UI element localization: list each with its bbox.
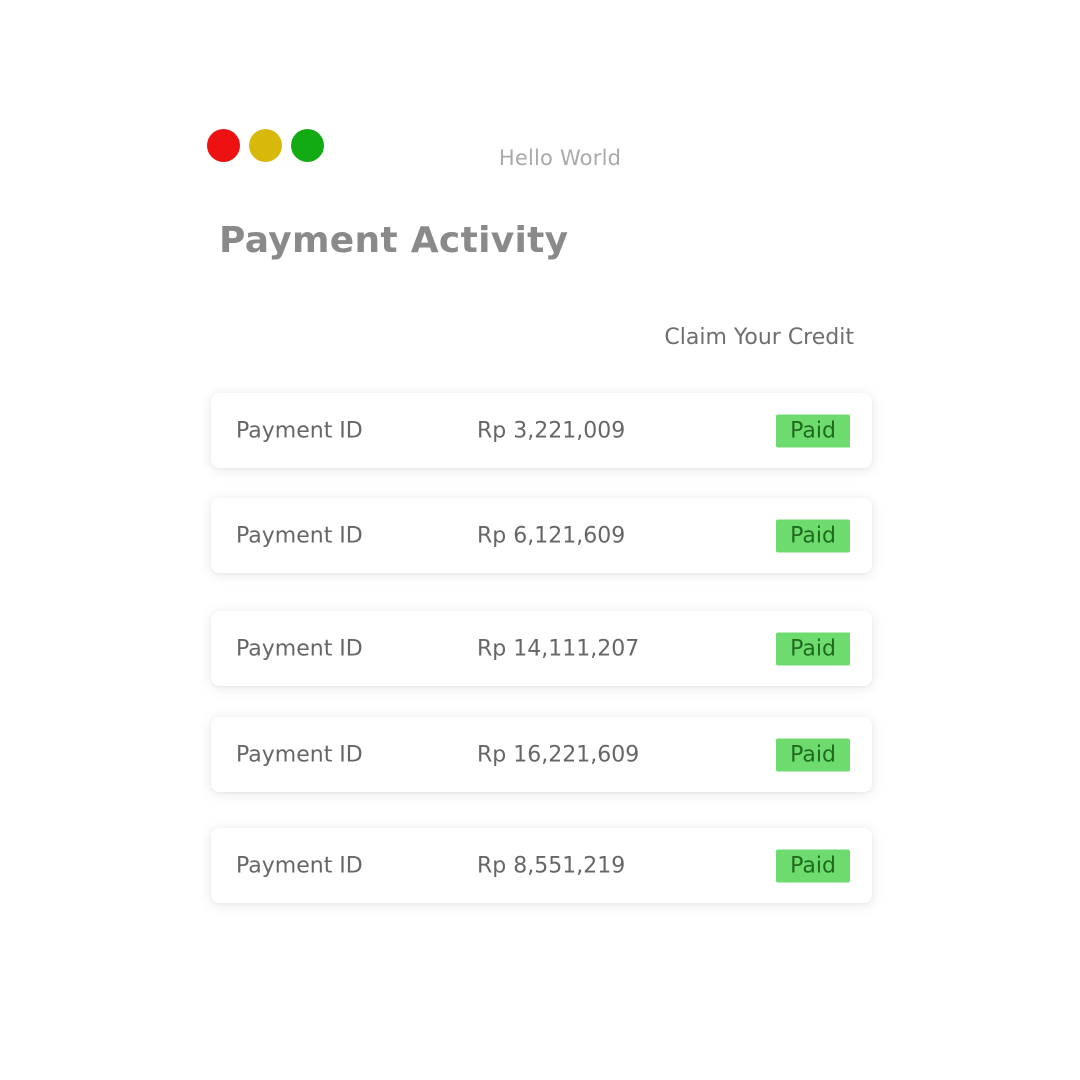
minimize-button[interactable] bbox=[249, 129, 282, 162]
payment-id-label: Payment ID bbox=[236, 636, 363, 661]
close-button[interactable] bbox=[207, 129, 240, 162]
payment-amount: Rp 6,121,609 bbox=[477, 523, 626, 548]
status-badge: Paid bbox=[776, 519, 850, 552]
payment-amount: Rp 14,111,207 bbox=[477, 636, 640, 661]
payment-id-label: Payment ID bbox=[236, 523, 363, 548]
payment-id-label: Payment ID bbox=[236, 418, 363, 443]
status-badge: Paid bbox=[776, 632, 850, 665]
status-badge: Paid bbox=[776, 849, 850, 882]
status-badge: Paid bbox=[776, 414, 850, 447]
window-controls bbox=[207, 129, 324, 162]
payment-id-label: Payment ID bbox=[236, 742, 363, 767]
payment-row[interactable]: Payment ID Rp 14,111,207 Paid bbox=[211, 611, 872, 686]
payment-amount: Rp 8,551,219 bbox=[477, 853, 626, 878]
payment-row[interactable]: Payment ID Rp 3,221,009 Paid bbox=[211, 393, 872, 468]
payment-amount: Rp 3,221,009 bbox=[477, 418, 626, 443]
window-title: Hello World bbox=[498, 146, 622, 170]
status-badge: Paid bbox=[776, 738, 850, 771]
payment-row[interactable]: Payment ID Rp 6,121,609 Paid bbox=[211, 498, 872, 573]
payment-row[interactable]: Payment ID Rp 16,221,609 Paid bbox=[211, 717, 872, 792]
payment-id-label: Payment ID bbox=[236, 853, 363, 878]
payment-amount: Rp 16,221,609 bbox=[477, 742, 640, 767]
payment-row[interactable]: Payment ID Rp 8,551,219 Paid bbox=[211, 828, 872, 903]
page-title: Payment Activity bbox=[219, 220, 569, 261]
claim-credit-link[interactable]: Claim Your Credit bbox=[664, 325, 854, 350]
maximize-button[interactable] bbox=[291, 129, 324, 162]
